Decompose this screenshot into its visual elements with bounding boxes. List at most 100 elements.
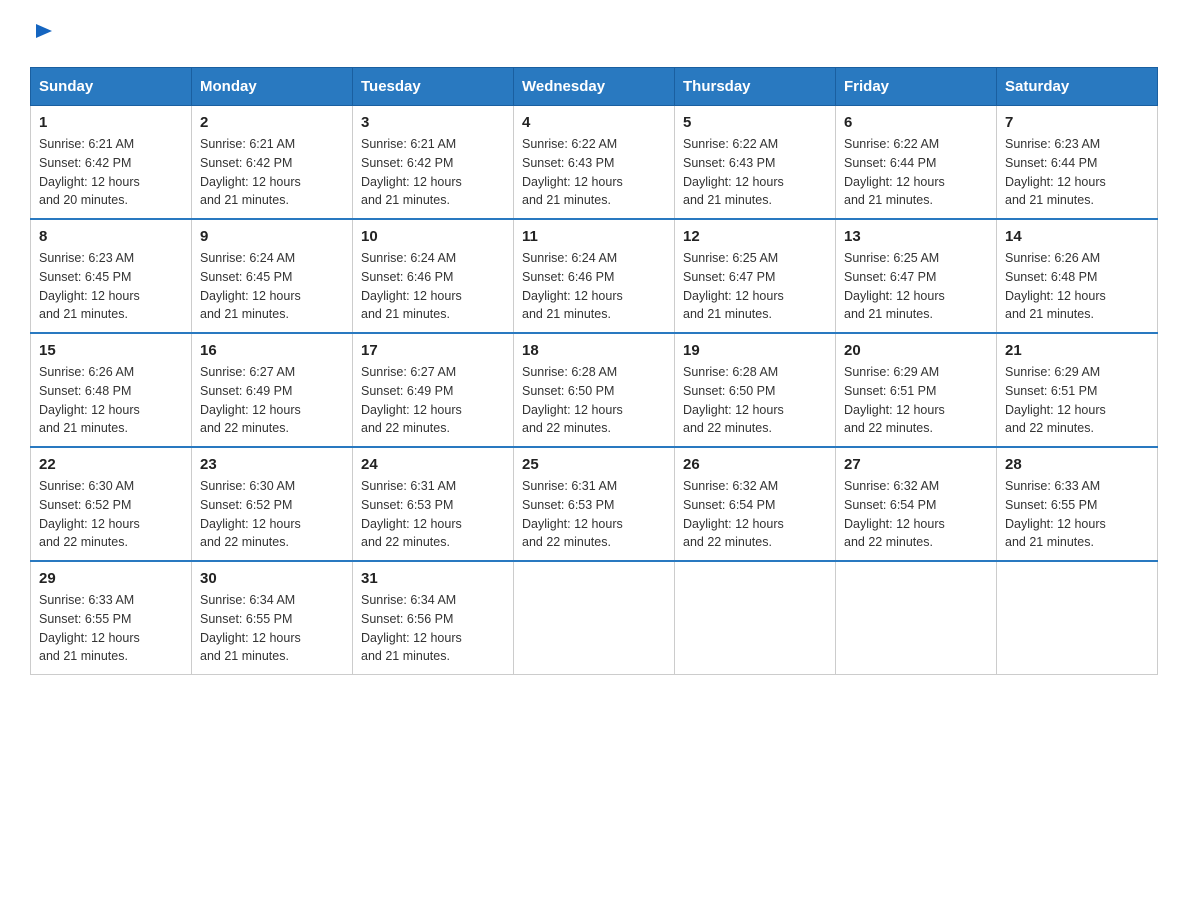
day-info: Sunrise: 6:26 AMSunset: 6:48 PMDaylight:… bbox=[39, 363, 183, 438]
day-number: 18 bbox=[522, 342, 666, 359]
day-number: 19 bbox=[683, 342, 827, 359]
day-number: 23 bbox=[200, 456, 344, 473]
day-cell-12: 12 Sunrise: 6:25 AMSunset: 6:47 PMDayligh… bbox=[675, 219, 836, 333]
day-header-wednesday: Wednesday bbox=[514, 68, 675, 106]
day-header-sunday: Sunday bbox=[31, 68, 192, 106]
day-info: Sunrise: 6:26 AMSunset: 6:48 PMDaylight:… bbox=[1005, 249, 1149, 324]
day-number: 13 bbox=[844, 228, 988, 245]
day-info: Sunrise: 6:32 AMSunset: 6:54 PMDaylight:… bbox=[844, 477, 988, 552]
day-info: Sunrise: 6:34 AMSunset: 6:56 PMDaylight:… bbox=[361, 591, 505, 666]
day-cell-24: 24 Sunrise: 6:31 AMSunset: 6:53 PMDayligh… bbox=[353, 447, 514, 561]
day-cell-10: 10Sunrise: 6:24 AMSunset: 6:46 PMDayligh… bbox=[353, 219, 514, 333]
day-number: 6 bbox=[844, 114, 988, 131]
day-cell-17: 17 Sunrise: 6:27 AMSunset: 6:49 PMDayligh… bbox=[353, 333, 514, 447]
day-number: 8 bbox=[39, 228, 183, 245]
day-cell-6: 6 Sunrise: 6:22 AMSunset: 6:44 PMDaylight… bbox=[836, 106, 997, 220]
day-info: Sunrise: 6:25 AMSunset: 6:47 PMDaylight:… bbox=[683, 249, 827, 324]
day-info: Sunrise: 6:27 AMSunset: 6:49 PMDaylight:… bbox=[361, 363, 505, 438]
day-cell-28: 28 Sunrise: 6:33 AMSunset: 6:55 PMDayligh… bbox=[997, 447, 1158, 561]
page-header bbox=[30, 20, 1158, 47]
day-cell-13: 13 Sunrise: 6:25 AMSunset: 6:47 PMDayligh… bbox=[836, 219, 997, 333]
day-info: Sunrise: 6:22 AMSunset: 6:44 PMDaylight:… bbox=[844, 135, 988, 210]
day-cell-18: 18Sunrise: 6:28 AMSunset: 6:50 PMDayligh… bbox=[514, 333, 675, 447]
day-info: Sunrise: 6:24 AMSunset: 6:45 PMDaylight:… bbox=[200, 249, 344, 324]
day-number: 7 bbox=[1005, 114, 1149, 131]
day-cell-16: 16 Sunrise: 6:27 AMSunset: 6:49 PMDayligh… bbox=[192, 333, 353, 447]
day-cell-1: 1 Sunrise: 6:21 AMSunset: 6:42 PMDaylight… bbox=[31, 106, 192, 220]
day-info: Sunrise: 6:25 AMSunset: 6:47 PMDaylight:… bbox=[844, 249, 988, 324]
day-info: Sunrise: 6:33 AMSunset: 6:55 PMDaylight:… bbox=[39, 591, 183, 666]
day-cell-9: 9 Sunrise: 6:24 AMSunset: 6:45 PMDaylight… bbox=[192, 219, 353, 333]
day-info: Sunrise: 6:30 AMSunset: 6:52 PMDaylight:… bbox=[39, 477, 183, 552]
day-number: 9 bbox=[200, 228, 344, 245]
day-cell-2: 2 Sunrise: 6:21 AMSunset: 6:42 PMDaylight… bbox=[192, 106, 353, 220]
day-number: 29 bbox=[39, 570, 183, 587]
logo-icon bbox=[34, 20, 56, 42]
day-cell-20: 20 Sunrise: 6:29 AMSunset: 6:51 PMDayligh… bbox=[836, 333, 997, 447]
day-info: Sunrise: 6:27 AMSunset: 6:49 PMDaylight:… bbox=[200, 363, 344, 438]
week-row-1: 1 Sunrise: 6:21 AMSunset: 6:42 PMDaylight… bbox=[31, 106, 1158, 220]
day-info: Sunrise: 6:22 AMSunset: 6:43 PMDaylight:… bbox=[683, 135, 827, 210]
day-cell-15: 15 Sunrise: 6:26 AMSunset: 6:48 PMDayligh… bbox=[31, 333, 192, 447]
day-info: Sunrise: 6:29 AMSunset: 6:51 PMDaylight:… bbox=[844, 363, 988, 438]
day-info: Sunrise: 6:23 AMSunset: 6:44 PMDaylight:… bbox=[1005, 135, 1149, 210]
day-number: 12 bbox=[683, 228, 827, 245]
day-number: 4 bbox=[522, 114, 666, 131]
day-cell-22: 22 Sunrise: 6:30 AMSunset: 6:52 PMDayligh… bbox=[31, 447, 192, 561]
day-info: Sunrise: 6:24 AMSunset: 6:46 PMDaylight:… bbox=[522, 249, 666, 324]
day-info: Sunrise: 6:21 AMSunset: 6:42 PMDaylight:… bbox=[361, 135, 505, 210]
day-number: 20 bbox=[844, 342, 988, 359]
day-info: Sunrise: 6:23 AMSunset: 6:45 PMDaylight:… bbox=[39, 249, 183, 324]
day-number: 17 bbox=[361, 342, 505, 359]
day-info: Sunrise: 6:22 AMSunset: 6:43 PMDaylight:… bbox=[522, 135, 666, 210]
day-cell-14: 14 Sunrise: 6:26 AMSunset: 6:48 PMDayligh… bbox=[997, 219, 1158, 333]
day-info: Sunrise: 6:21 AMSunset: 6:42 PMDaylight:… bbox=[200, 135, 344, 210]
day-number: 22 bbox=[39, 456, 183, 473]
day-info: Sunrise: 6:29 AMSunset: 6:51 PMDaylight:… bbox=[1005, 363, 1149, 438]
day-cell-30: 30 Sunrise: 6:34 AMSunset: 6:55 PMDayligh… bbox=[192, 561, 353, 675]
day-number: 21 bbox=[1005, 342, 1149, 359]
day-number: 10 bbox=[361, 228, 505, 245]
day-number: 5 bbox=[683, 114, 827, 131]
week-row-5: 29 Sunrise: 6:33 AMSunset: 6:55 PMDayligh… bbox=[31, 561, 1158, 675]
empty-cell bbox=[675, 561, 836, 675]
day-cell-5: 5 Sunrise: 6:22 AMSunset: 6:43 PMDaylight… bbox=[675, 106, 836, 220]
day-info: Sunrise: 6:30 AMSunset: 6:52 PMDaylight:… bbox=[200, 477, 344, 552]
day-number: 30 bbox=[200, 570, 344, 587]
day-header-monday: Monday bbox=[192, 68, 353, 106]
day-number: 15 bbox=[39, 342, 183, 359]
day-cell-3: 3 Sunrise: 6:21 AMSunset: 6:42 PMDaylight… bbox=[353, 106, 514, 220]
day-cell-11: 11 Sunrise: 6:24 AMSunset: 6:46 PMDayligh… bbox=[514, 219, 675, 333]
day-cell-23: 23 Sunrise: 6:30 AMSunset: 6:52 PMDayligh… bbox=[192, 447, 353, 561]
day-number: 1 bbox=[39, 114, 183, 131]
day-cell-27: 27 Sunrise: 6:32 AMSunset: 6:54 PMDayligh… bbox=[836, 447, 997, 561]
day-info: Sunrise: 6:31 AMSunset: 6:53 PMDaylight:… bbox=[522, 477, 666, 552]
day-info: Sunrise: 6:31 AMSunset: 6:53 PMDaylight:… bbox=[361, 477, 505, 552]
day-info: Sunrise: 6:28 AMSunset: 6:50 PMDaylight:… bbox=[683, 363, 827, 438]
day-number: 16 bbox=[200, 342, 344, 359]
day-number: 2 bbox=[200, 114, 344, 131]
day-number: 24 bbox=[361, 456, 505, 473]
day-cell-8: 8 Sunrise: 6:23 AMSunset: 6:45 PMDaylight… bbox=[31, 219, 192, 333]
day-cell-21: 21 Sunrise: 6:29 AMSunset: 6:51 PMDayligh… bbox=[997, 333, 1158, 447]
day-number: 26 bbox=[683, 456, 827, 473]
day-number: 25 bbox=[522, 456, 666, 473]
day-number: 11 bbox=[522, 228, 666, 245]
day-cell-29: 29 Sunrise: 6:33 AMSunset: 6:55 PMDayligh… bbox=[31, 561, 192, 675]
day-header-friday: Friday bbox=[836, 68, 997, 106]
day-info: Sunrise: 6:32 AMSunset: 6:54 PMDaylight:… bbox=[683, 477, 827, 552]
day-info: Sunrise: 6:21 AMSunset: 6:42 PMDaylight:… bbox=[39, 135, 183, 210]
empty-cell bbox=[836, 561, 997, 675]
day-info: Sunrise: 6:33 AMSunset: 6:55 PMDaylight:… bbox=[1005, 477, 1149, 552]
day-number: 3 bbox=[361, 114, 505, 131]
day-info: Sunrise: 6:34 AMSunset: 6:55 PMDaylight:… bbox=[200, 591, 344, 666]
week-row-4: 22 Sunrise: 6:30 AMSunset: 6:52 PMDayligh… bbox=[31, 447, 1158, 561]
header-row: SundayMondayTuesdayWednesdayThursdayFrid… bbox=[31, 68, 1158, 106]
day-number: 14 bbox=[1005, 228, 1149, 245]
logo bbox=[30, 20, 56, 47]
day-number: 28 bbox=[1005, 456, 1149, 473]
day-number: 27 bbox=[844, 456, 988, 473]
week-row-2: 8 Sunrise: 6:23 AMSunset: 6:45 PMDaylight… bbox=[31, 219, 1158, 333]
day-cell-19: 19 Sunrise: 6:28 AMSunset: 6:50 PMDayligh… bbox=[675, 333, 836, 447]
day-cell-31: 31Sunrise: 6:34 AMSunset: 6:56 PMDayligh… bbox=[353, 561, 514, 675]
